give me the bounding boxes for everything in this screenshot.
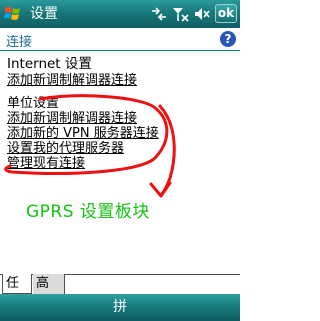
windows-start-icon[interactable] bbox=[4, 5, 22, 23]
gprs-annotation-label: GPRS 设置板块 bbox=[26, 202, 150, 222]
work-settings-title: 单位设置 bbox=[7, 96, 60, 111]
page-header: 连接 ? bbox=[0, 28, 240, 51]
volume-muted-icon[interactable] bbox=[193, 6, 211, 22]
work-add-vpn-link[interactable]: 添加新的 VPN 服务器连接 bbox=[7, 126, 159, 141]
tab-strip: 任务 高级 bbox=[0, 274, 240, 311]
work-proxy-link[interactable]: 设置我的代理服务器 bbox=[7, 141, 124, 156]
internet-settings-title: Internet 设置 bbox=[7, 56, 92, 72]
app-title: 设置 bbox=[30, 6, 58, 22]
connectivity-icon[interactable] bbox=[150, 6, 168, 22]
work-manage-connections-link[interactable]: 管理现有连接 bbox=[7, 156, 85, 171]
title-bar: 设置 ok bbox=[0, 0, 240, 28]
internet-add-modem-link[interactable]: 添加新调制解调器连接 bbox=[7, 73, 137, 88]
page-title: 连接 bbox=[6, 35, 33, 50]
work-add-modem-link[interactable]: 添加新调制解调器连接 bbox=[7, 111, 137, 126]
help-icon[interactable]: ? bbox=[220, 31, 236, 47]
ok-button[interactable]: ok bbox=[215, 4, 237, 23]
tab-advanced[interactable]: 高级 bbox=[33, 274, 65, 311]
input-method-button[interactable]: 拼 bbox=[108, 299, 132, 316]
softkey-bar: 拼 bbox=[0, 294, 240, 321]
tab-tasks[interactable]: 任务 bbox=[2, 274, 32, 311]
signal-off-icon[interactable] bbox=[172, 6, 190, 22]
